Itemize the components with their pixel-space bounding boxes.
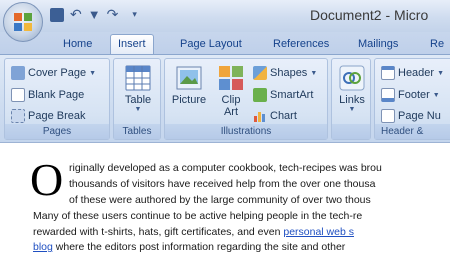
document-text: where the editors post information regar… bbox=[52, 241, 346, 253]
pages-group: Cover Page ▼ Blank Page Page Break Pages bbox=[4, 58, 110, 140]
document-line: of these were authored by the large comm… bbox=[69, 194, 371, 206]
header-footer-group-label: Header & bbox=[375, 124, 450, 139]
link-icon bbox=[339, 65, 365, 91]
undo-dropdown-icon[interactable]: ▼ bbox=[88, 7, 101, 22]
tab-home[interactable]: Home bbox=[63, 35, 92, 54]
blog-link[interactable]: blog bbox=[33, 241, 53, 253]
links-label: Links bbox=[339, 94, 365, 106]
page-break-icon bbox=[11, 109, 25, 123]
page-break-label: Page Break bbox=[28, 110, 86, 122]
office-logo-icon bbox=[14, 13, 32, 31]
document-text: rewarded with t-shirts, hats, gift certi… bbox=[33, 226, 284, 238]
chevron-down-icon: ▼ bbox=[437, 69, 445, 77]
undo-icon[interactable]: ↶ bbox=[70, 6, 82, 23]
document-line: riginally developed as a computer cookbo… bbox=[69, 162, 382, 174]
redo-icon[interactable]: ↷ bbox=[107, 6, 119, 23]
clip-art-label-2: Art bbox=[223, 106, 239, 118]
page-break-button[interactable]: Page Break bbox=[11, 107, 85, 125]
header-icon bbox=[381, 66, 395, 80]
cover-page-label: Cover Page bbox=[28, 67, 87, 79]
blank-page-label: Blank Page bbox=[28, 89, 85, 101]
links-group-label bbox=[332, 124, 370, 139]
illustrations-group-label: Illustrations bbox=[165, 124, 327, 139]
picture-icon bbox=[176, 66, 202, 90]
tab-review[interactable]: Re bbox=[430, 35, 444, 54]
clip-art-label-1: Clip bbox=[221, 94, 241, 106]
chevron-down-icon: ▼ bbox=[432, 91, 440, 99]
table-label: Table bbox=[124, 94, 152, 106]
shapes-button[interactable]: Shapes ▼ bbox=[253, 64, 317, 82]
document-line: Many of these users continue to be activ… bbox=[33, 210, 363, 222]
footer-button[interactable]: Footer ▼ bbox=[381, 86, 440, 104]
smartart-icon bbox=[253, 88, 267, 102]
page-number-label: Page Nu bbox=[398, 110, 441, 122]
office-button[interactable] bbox=[3, 2, 43, 42]
footer-label: Footer bbox=[398, 89, 430, 101]
smartart-button[interactable]: SmartArt bbox=[253, 86, 313, 104]
page-number-icon bbox=[381, 109, 395, 123]
links-button[interactable]: Links ▼ bbox=[336, 65, 368, 113]
tables-group-label: Tables bbox=[114, 124, 160, 139]
shapes-label: Shapes bbox=[270, 67, 308, 79]
pages-group-label: Pages bbox=[5, 124, 109, 139]
title-bar: ↶ ▼ ↷ ▾ Document2 - Micro bbox=[0, 0, 450, 32]
chevron-down-icon: ▼ bbox=[348, 106, 356, 113]
header-button[interactable]: Header ▼ bbox=[381, 64, 444, 82]
chart-icon bbox=[254, 112, 265, 122]
chevron-down-icon: ▼ bbox=[310, 69, 318, 77]
quick-access-toolbar: ↶ ▼ ↷ ▾ bbox=[50, 6, 137, 23]
tab-references[interactable]: References bbox=[273, 35, 329, 54]
document-line: rewarded with t-shirts, hats, gift certi… bbox=[33, 226, 354, 238]
table-icon bbox=[125, 65, 151, 91]
tab-page-layout[interactable]: Page Layout bbox=[180, 35, 242, 54]
window-title: Document2 - Micro bbox=[310, 7, 429, 23]
drop-cap: O bbox=[30, 154, 64, 205]
ribbon: Cover Page ▼ Blank Page Page Break Pages… bbox=[0, 54, 450, 143]
illustrations-group: Picture Clip Art Shapes ▼ SmartArt Chart… bbox=[164, 58, 328, 140]
clip-art-icon bbox=[219, 66, 243, 90]
page-number-button[interactable]: Page Nu bbox=[381, 107, 441, 125]
chevron-down-icon: ▼ bbox=[89, 69, 97, 77]
header-footer-group: Header ▼ Footer ▼ Page Nu Header & bbox=[374, 58, 450, 140]
footer-icon bbox=[381, 88, 395, 102]
personal-web-link[interactable]: personal web s bbox=[283, 226, 354, 238]
smartart-label: SmartArt bbox=[270, 89, 314, 101]
chart-label: Chart bbox=[270, 110, 297, 122]
picture-label: Picture bbox=[171, 94, 207, 106]
document-line: blog where the editors post information … bbox=[33, 241, 345, 253]
table-button[interactable]: Table ▼ bbox=[121, 65, 155, 113]
shapes-icon bbox=[253, 66, 267, 80]
document-line: thousands of visitors have received help… bbox=[69, 178, 376, 190]
tables-group: Table ▼ Tables bbox=[113, 58, 161, 140]
blank-page-button[interactable]: Blank Page bbox=[11, 86, 84, 104]
header-label: Header bbox=[398, 67, 435, 79]
picture-button[interactable]: Picture bbox=[169, 65, 209, 106]
tab-insert[interactable]: Insert bbox=[110, 34, 154, 54]
cover-page-button[interactable]: Cover Page ▼ bbox=[11, 64, 96, 82]
clip-art-button[interactable]: Clip Art bbox=[215, 65, 247, 118]
cover-page-icon bbox=[11, 66, 25, 80]
chevron-down-icon: ▼ bbox=[134, 106, 142, 113]
customize-qat-icon[interactable]: ▾ bbox=[132, 9, 137, 20]
blank-page-icon bbox=[11, 88, 25, 102]
ribbon-tabs: Home Insert Page Layout References Maili… bbox=[0, 32, 450, 54]
chart-button[interactable]: Chart bbox=[253, 107, 297, 125]
tab-mailings[interactable]: Mailings bbox=[358, 35, 398, 54]
links-group: Links ▼ bbox=[331, 58, 371, 140]
save-icon[interactable] bbox=[50, 7, 64, 22]
